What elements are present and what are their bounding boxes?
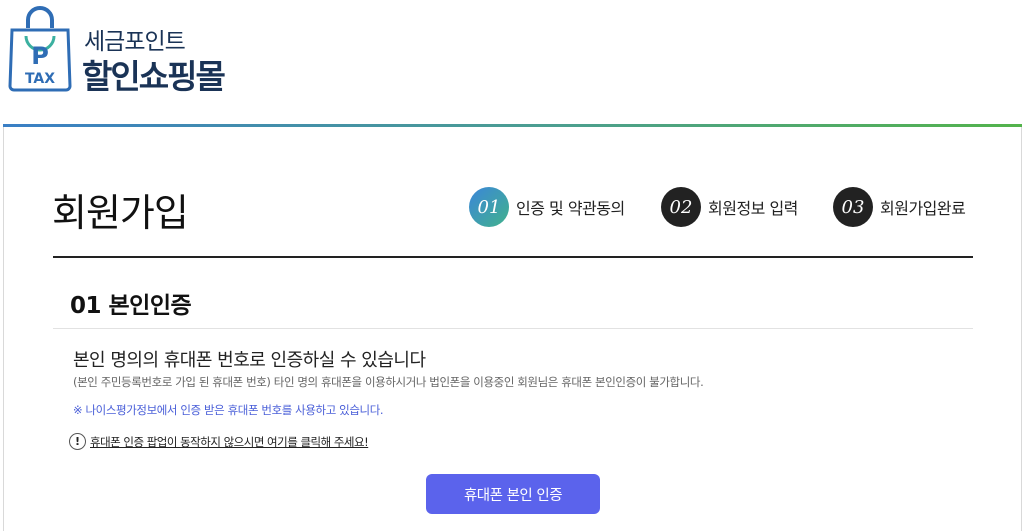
title-divider: [53, 256, 973, 258]
nice-info-note: ※ 나이스평가정보에서 인증 받은 휴대폰 번호를 사용하고 있습니다.: [73, 403, 384, 417]
popup-help-text[interactable]: 휴대폰 인증 팝업이 동작하지 않으시면 여기를 클릭해 주세요!: [90, 434, 369, 450]
popup-help-link[interactable]: ! 휴대폰 인증 팝업이 동작하지 않으시면 여기를 클릭해 주세요!: [69, 433, 369, 450]
site-header: P TAX 세금포인트 할인쇼핑몰: [0, 0, 1025, 124]
exclamation-icon: !: [69, 433, 86, 450]
phone-auth-button[interactable]: 휴대폰 본인 인증: [426, 474, 600, 514]
step-1-label: 인증 및 약관동의: [516, 199, 625, 218]
step-3-number: 03: [833, 187, 873, 227]
step-2-label: 회원정보 입력: [708, 199, 798, 218]
brand-name[interactable]: 할인쇼핑몰: [82, 50, 226, 98]
logo-sub: TAX: [25, 71, 55, 87]
step-2-number: 02: [661, 187, 701, 227]
shopping-bag-logo-icon[interactable]: P TAX: [6, 6, 74, 92]
section-title: 01 본인인증: [70, 293, 192, 319]
page-title: 회원가입: [52, 191, 189, 235]
step-1-number: 01: [469, 187, 509, 227]
step-2: 02 회원정보 입력: [661, 187, 798, 227]
auth-lead-text: 본인 명의의 휴대폰 번호로 인증하실 수 있습니다: [73, 350, 426, 371]
section-divider: [53, 328, 973, 329]
step-3-label: 회원가입완료: [880, 199, 966, 218]
step-3: 03 회원가입완료: [833, 187, 966, 227]
logo-letter: P: [31, 42, 49, 70]
auth-sub-text: (본인 주민등록번호로 가입 된 휴대폰 번호) 타인 명의 휴대폰을 이용하시…: [73, 375, 704, 389]
step-1: 01 인증 및 약관동의: [469, 187, 625, 227]
